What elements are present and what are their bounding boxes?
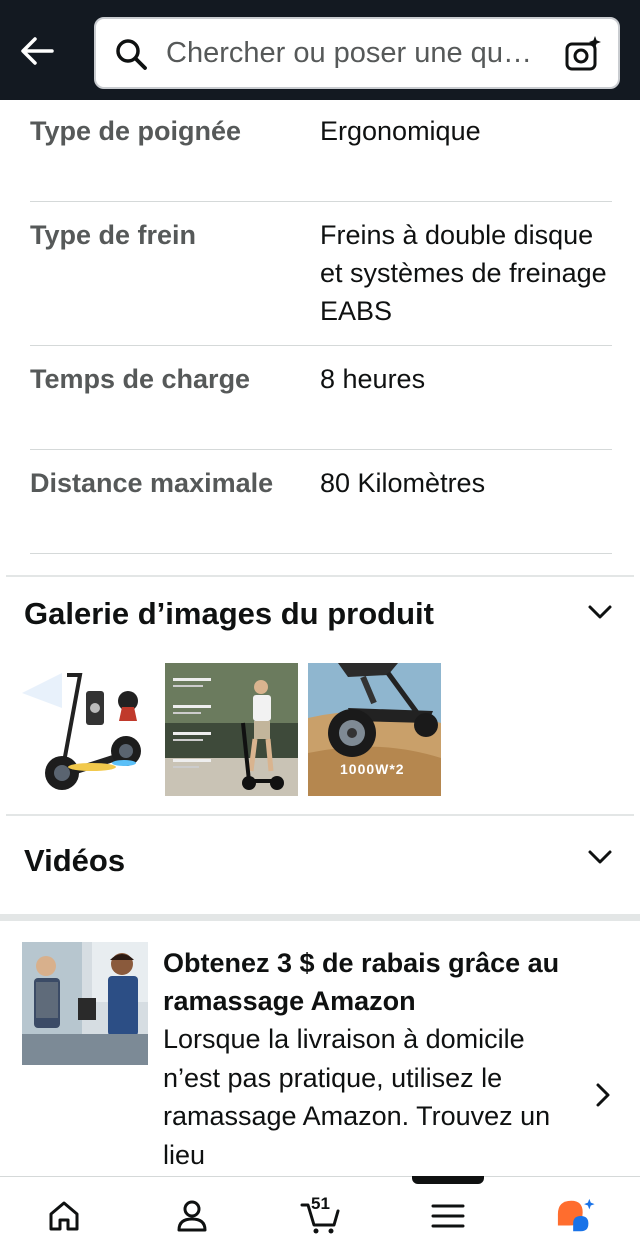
specs-table: Type de poignée Ergonomique Type de frei… <box>30 100 612 554</box>
search-icon <box>116 39 147 70</box>
spec-value: 80 Kilomètres <box>320 468 486 498</box>
pickup-photo <box>22 942 148 1065</box>
thumb-caption: 1000W*2 <box>340 761 405 777</box>
section-separator <box>0 914 640 921</box>
menu-icon <box>431 1204 465 1228</box>
promo-body: Lorsque la livraison à domicile n’est pa… <box>163 1024 551 1170</box>
spec-row: Temps de charge 8 heures <box>30 346 612 450</box>
videos-title[interactable]: Vidéos <box>24 843 125 879</box>
nav-account[interactable] <box>172 1196 212 1236</box>
rider-image <box>165 663 298 796</box>
nav-rufus[interactable] <box>556 1196 596 1236</box>
camera-search-icon[interactable] <box>564 35 602 73</box>
active-tab-indicator <box>412 1176 484 1184</box>
cart-count-badge: 51 <box>311 1194 330 1213</box>
search-input[interactable]: Chercher ou poser une qu… <box>166 37 556 70</box>
section-divider <box>6 575 634 577</box>
spec-value: Freins à double disque et systèmes de fr… <box>320 220 607 326</box>
chevron-down-icon[interactable] <box>586 598 614 626</box>
spec-row: Type de frein Freins à double disque et … <box>30 202 612 346</box>
chevron-down-icon[interactable] <box>586 843 614 871</box>
top-bar: Chercher ou poser une qu… <box>0 0 640 100</box>
gallery-thumb-rider[interactable] <box>165 663 298 796</box>
gallery-thumb-scooter[interactable] <box>22 663 155 796</box>
gallery-title[interactable]: Galerie d’images du produit <box>24 596 434 632</box>
promo-image[interactable] <box>22 942 148 1065</box>
account-icon <box>177 1200 207 1232</box>
chevron-right-icon[interactable] <box>590 1082 616 1108</box>
spec-value: 8 heures <box>320 364 426 394</box>
nav-menu[interactable] <box>428 1196 468 1236</box>
gallery-thumb-motor[interactable]: 1000W*2 <box>308 663 441 796</box>
back-arrow-icon <box>21 37 54 65</box>
back-button[interactable] <box>14 28 60 74</box>
spec-row: Distance maximale 80 Kilomètres <box>30 450 612 554</box>
gallery-thumbnails: 1000W*2 <box>22 663 441 796</box>
spec-key: Temps de charge <box>30 364 251 394</box>
scooter-image <box>22 663 155 796</box>
spec-row: Type de poignée Ergonomique <box>30 100 612 202</box>
spec-key: Type de poignée <box>30 116 242 146</box>
nav-home[interactable] <box>44 1196 84 1236</box>
spec-key: Distance maximale <box>30 468 274 498</box>
spec-key: Type de frein <box>30 220 197 250</box>
home-icon <box>49 1201 79 1231</box>
search-bar[interactable]: Chercher ou poser une qu… <box>94 17 620 89</box>
rufus-icon <box>557 1198 595 1232</box>
promo-title[interactable]: Obtenez 3 $ de rabais grâce au ramassage… <box>163 944 583 1020</box>
spec-value: Ergonomique <box>320 116 481 146</box>
section-divider <box>6 814 634 816</box>
